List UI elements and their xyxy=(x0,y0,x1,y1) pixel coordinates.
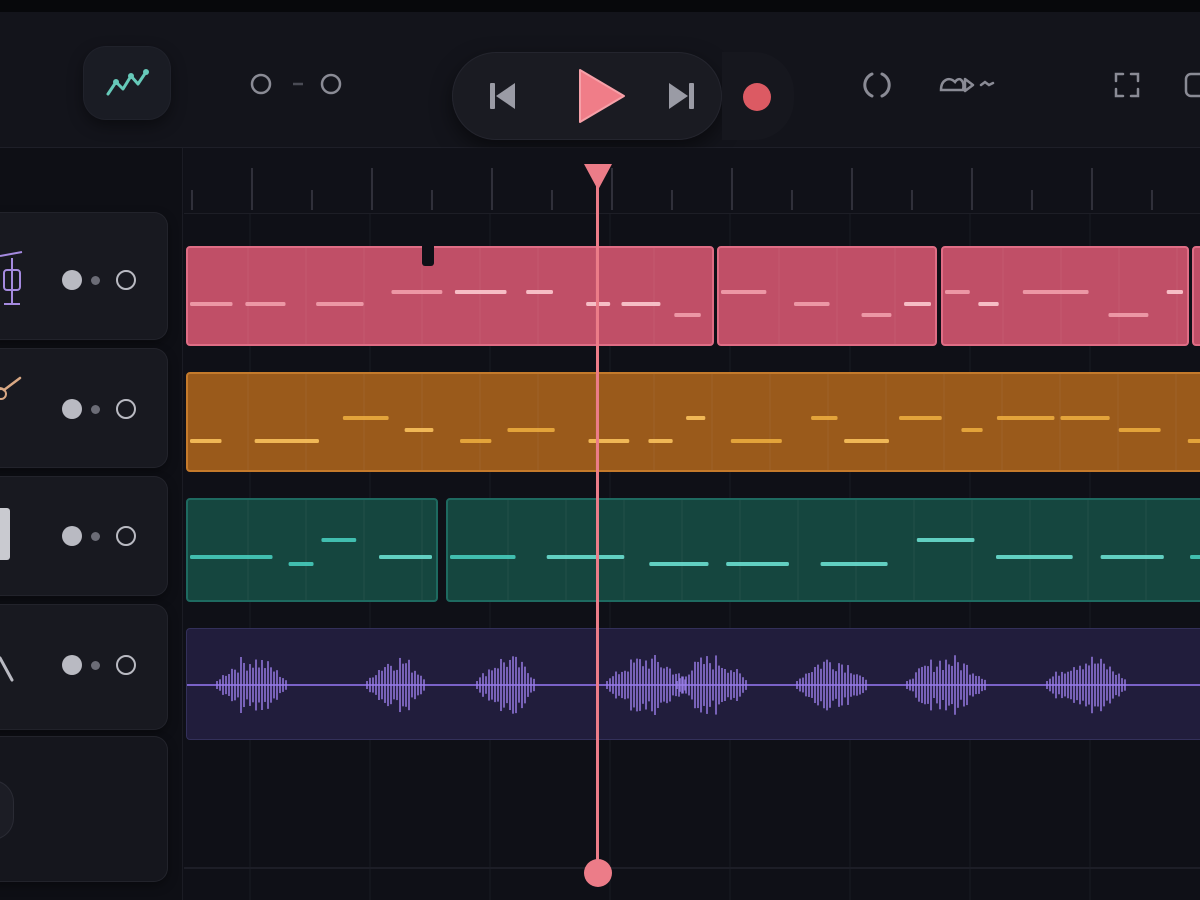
fullscreen-icon xyxy=(1114,72,1140,98)
record-icon xyxy=(743,83,771,111)
track-solo-toggle[interactable] xyxy=(62,526,82,546)
clip-keys-1[interactable] xyxy=(186,498,438,602)
clip-drums-4[interactable] xyxy=(1192,246,1200,346)
midi-notes xyxy=(945,248,1183,344)
track-solo-toggle[interactable] xyxy=(62,655,82,675)
track-dot-divider xyxy=(91,661,100,670)
track-solo-toggle[interactable] xyxy=(62,270,82,290)
automation-button[interactable] xyxy=(84,47,170,119)
clip-guitar-1[interactable] xyxy=(186,372,1200,472)
clip-keys-2[interactable] xyxy=(446,498,1200,602)
midi-notes xyxy=(721,248,931,344)
skip-forward-button[interactable] xyxy=(656,74,706,118)
transport-controls xyxy=(452,52,722,140)
midi-notes xyxy=(190,500,432,600)
arrangement-area xyxy=(184,214,1200,900)
playhead-handle[interactable] xyxy=(582,162,614,192)
track-mute-toggle[interactable] xyxy=(116,655,136,675)
skip-back-icon xyxy=(490,83,515,109)
playhead-marker-icon xyxy=(584,164,612,190)
daw-window xyxy=(0,0,1200,900)
track-mute-toggle[interactable] xyxy=(116,399,136,419)
playhead-line xyxy=(596,178,599,873)
record-area xyxy=(722,52,794,140)
metronome-button[interactable] xyxy=(932,64,1002,106)
loop-range-control[interactable] xyxy=(246,72,350,96)
transport-toolbar xyxy=(0,12,1200,148)
audio-waveform xyxy=(187,655,1200,715)
track-dot-divider xyxy=(91,405,100,414)
add-track-panel xyxy=(0,736,168,882)
track-mute-toggle[interactable] xyxy=(116,526,136,546)
clip-drums-1[interactable] xyxy=(186,246,714,346)
timeline-ruler[interactable] xyxy=(184,148,1200,214)
track-mute-toggle[interactable] xyxy=(116,270,136,290)
track-header-drums[interactable] xyxy=(0,212,168,340)
automation-icon xyxy=(106,69,149,96)
microphone-icon xyxy=(0,656,14,682)
play-button[interactable] xyxy=(570,66,630,126)
midi-notes xyxy=(190,248,701,344)
midi-notes xyxy=(450,500,1200,600)
playhead-bottom-handle[interactable] xyxy=(584,859,612,887)
metronome-icon xyxy=(939,77,995,93)
track-dot-divider xyxy=(91,276,100,285)
skip-back-button[interactable] xyxy=(478,74,528,118)
record-button[interactable] xyxy=(736,76,778,118)
track-header-keys[interactable] xyxy=(0,476,168,596)
drum-kit-icon xyxy=(0,251,23,305)
clip-drums-2[interactable] xyxy=(717,246,937,346)
play-icon xyxy=(579,69,625,123)
midi-notes xyxy=(190,374,1200,470)
track-solo-toggle[interactable] xyxy=(62,399,82,419)
clip-notch xyxy=(422,244,434,266)
track-list xyxy=(0,148,183,900)
panel-toggle-button[interactable] xyxy=(1180,64,1200,106)
fullscreen-button[interactable] xyxy=(1106,64,1148,106)
track-dot-divider xyxy=(91,532,100,541)
loop-range-icon xyxy=(250,73,342,95)
track-header-vocals[interactable] xyxy=(0,604,168,730)
clip-drums-3[interactable] xyxy=(941,246,1189,346)
skip-forward-icon xyxy=(669,83,694,109)
loop-button[interactable] xyxy=(852,64,902,106)
loop-icon xyxy=(863,72,891,98)
track-header-guitar[interactable] xyxy=(0,348,168,468)
panel-toggle-icon xyxy=(1184,72,1200,98)
guitar-icon xyxy=(0,376,22,400)
clip-vocals-1[interactable] xyxy=(186,628,1200,740)
window-top-edge xyxy=(0,0,1200,12)
keyboard-icon xyxy=(0,508,10,560)
ruler-ticks xyxy=(191,168,1153,210)
add-track-button[interactable] xyxy=(0,780,14,840)
